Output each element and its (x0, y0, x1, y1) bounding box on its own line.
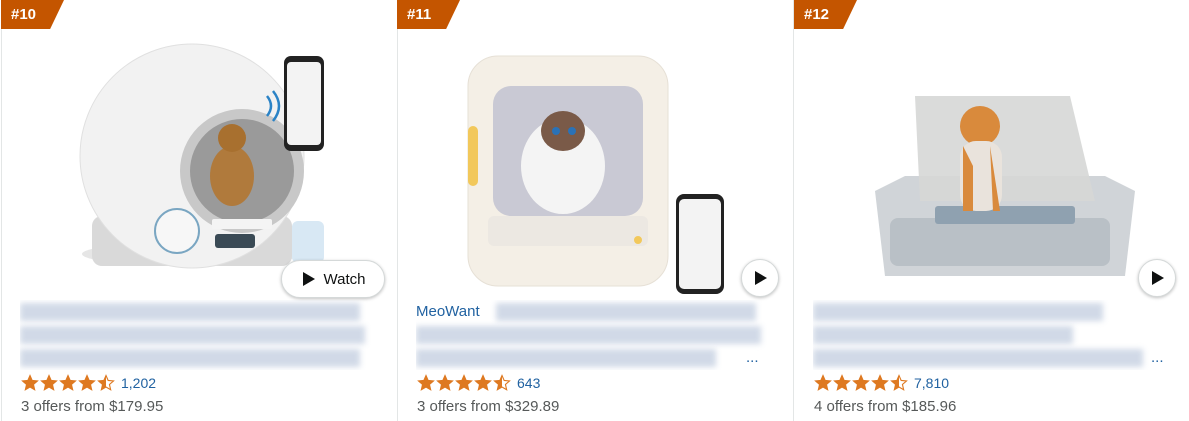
title-ellipsis: ... (1151, 349, 1164, 366)
product-image[interactable] (795, 36, 1189, 298)
star-rating-icon (814, 374, 908, 392)
star-rating-icon (21, 374, 115, 392)
rating-count[interactable]: 643 (517, 375, 540, 391)
watch-video-button[interactable] (741, 259, 779, 297)
star-icon (833, 374, 851, 391)
offers-text[interactable]: 3 offers from $329.89 (417, 398, 559, 415)
play-icon (1152, 271, 1164, 285)
rating-count[interactable]: 7,810 (914, 375, 949, 391)
rating[interactable]: 643 (417, 374, 540, 392)
star-icon (814, 374, 832, 391)
rank-badge: #12 (794, 0, 857, 29)
product-title-link[interactable] (20, 300, 380, 370)
product-image[interactable] (2, 36, 397, 298)
star-icon (455, 374, 473, 391)
offers-text[interactable]: 4 offers from $185.96 (814, 398, 956, 415)
watch-label: Watch (323, 270, 366, 288)
rank-badge: #11 (397, 0, 460, 29)
product-image[interactable] (398, 36, 793, 298)
star-icon (78, 374, 96, 391)
product-card-10[interactable]: #10 Watch 1,202 3 offers from $179.95 (1, 0, 398, 421)
star-icon (474, 374, 492, 391)
star-icon (97, 374, 115, 391)
star-icon (59, 374, 77, 391)
play-icon (302, 272, 315, 286)
product-title-link[interactable]: MeoWant ... (416, 300, 776, 370)
product-card-12[interactable]: #12 ... 7,810 4 offers from $185.96 (794, 0, 1189, 421)
product-grid: #10 Watch 1,202 3 offers from $179.95 #1… (0, 0, 1189, 421)
rating[interactable]: 7,810 (814, 374, 949, 392)
rating-count[interactable]: 1,202 (121, 375, 156, 391)
offers-text[interactable]: 3 offers from $179.95 (21, 398, 163, 415)
star-icon (852, 374, 870, 391)
star-icon (417, 374, 435, 391)
star-icon (436, 374, 454, 391)
star-rating-icon (417, 374, 511, 392)
rating[interactable]: 1,202 (21, 374, 156, 392)
product-card-11[interactable]: #11 MeoWant ... 643 3 offers from $329.8… (397, 0, 794, 421)
star-icon (493, 374, 511, 391)
brand-name: MeoWant (416, 303, 480, 320)
rank-badge: #10 (1, 0, 64, 29)
watch-video-button[interactable] (1138, 259, 1176, 297)
title-ellipsis: ... (746, 349, 759, 366)
star-icon (890, 374, 908, 391)
watch-video-button[interactable]: Watch (281, 260, 385, 298)
star-icon (21, 374, 39, 391)
product-title-link[interactable]: ... (813, 300, 1173, 370)
star-icon (40, 374, 58, 391)
star-icon (871, 374, 889, 391)
play-icon (755, 271, 767, 285)
